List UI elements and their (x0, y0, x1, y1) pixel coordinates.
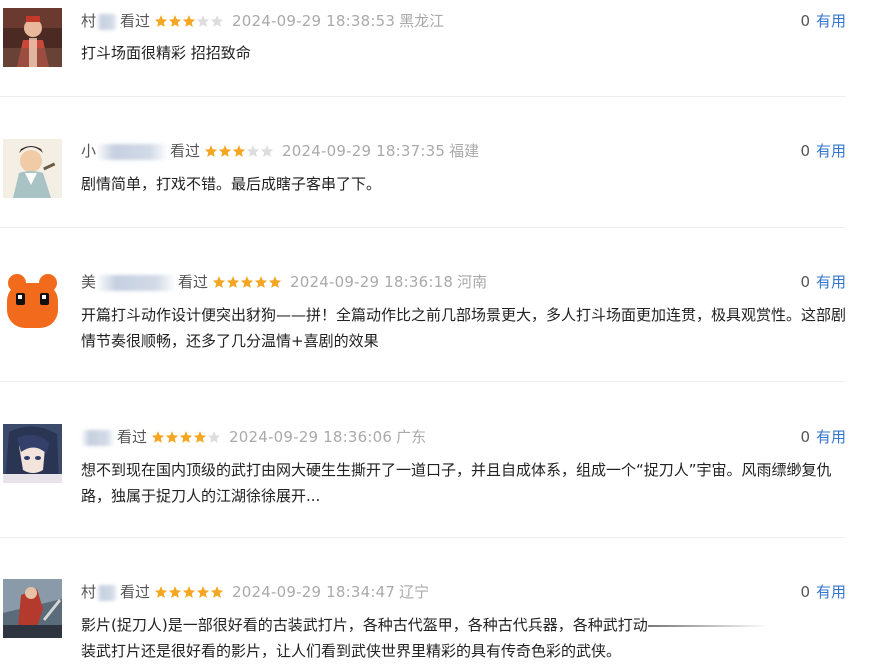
star-filled-icon (210, 585, 224, 599)
useful-count: 0 (800, 12, 810, 30)
star-empty-icon (260, 144, 274, 158)
useful-count: 0 (800, 273, 810, 291)
useful-count: 0 (800, 428, 810, 446)
star-filled-icon (182, 585, 196, 599)
review-location: 黑龙江 (399, 12, 445, 30)
avatar[interactable] (3, 579, 62, 638)
useful-button[interactable]: 0 有用 (800, 271, 846, 293)
star-filled-icon (154, 14, 168, 28)
divider (0, 537, 845, 538)
star-empty-icon (207, 430, 221, 444)
text-fade-line (647, 624, 768, 627)
review-time: 2024-09-29 18:36:06 (229, 428, 393, 446)
review-time: 2024-09-29 18:38:53 (232, 12, 396, 30)
star-filled-icon (218, 144, 232, 158)
useful-label[interactable]: 有用 (816, 142, 846, 160)
star-filled-icon (254, 275, 268, 289)
review-meta: 看过 2024-09-29 18:36:06 广东 (81, 426, 426, 448)
avatar[interactable] (3, 424, 62, 483)
orange-bear-avatar (3, 269, 62, 328)
warrior-poster-avatar (3, 579, 62, 638)
divider (0, 381, 845, 382)
username[interactable]: 村 (81, 10, 119, 32)
star-filled-icon (168, 585, 182, 599)
star-filled-icon (212, 275, 226, 289)
review-location: 河南 (457, 273, 488, 291)
star-filled-icon (165, 430, 179, 444)
review-location: 广东 (396, 428, 427, 446)
star-empty-icon (210, 14, 224, 28)
avatar[interactable] (3, 139, 62, 198)
watched-label: 看过 (120, 583, 151, 601)
star-filled-icon (168, 14, 182, 28)
review-content: 打斗场面很精彩 招招致命 (81, 44, 251, 62)
useful-label[interactable]: 有用 (816, 12, 846, 30)
useful-count: 0 (800, 583, 810, 601)
star-empty-icon (246, 144, 260, 158)
username[interactable]: 村 (81, 581, 119, 603)
username[interactable] (81, 426, 115, 448)
review-time: 2024-09-29 18:37:35 (282, 142, 446, 160)
star-filled-icon (179, 430, 193, 444)
rating-stars (154, 585, 224, 599)
rating-stars (204, 144, 274, 158)
rating-stars (212, 275, 282, 289)
star-filled-icon (154, 585, 168, 599)
star-filled-icon (268, 275, 282, 289)
divider (0, 227, 845, 228)
star-filled-icon (232, 144, 246, 158)
watched-label: 看过 (170, 142, 201, 160)
star-filled-icon (182, 14, 196, 28)
star-empty-icon (196, 14, 210, 28)
star-filled-icon (240, 275, 254, 289)
rating-stars (151, 430, 221, 444)
useful-label[interactable]: 有用 (816, 583, 846, 601)
useful-button[interactable]: 0 有用 (800, 10, 846, 32)
useful-button[interactable]: 0 有用 (800, 581, 846, 603)
star-filled-icon (151, 430, 165, 444)
person-in-costume-avatar (3, 8, 62, 67)
review-meta: 村 看过 2024-09-29 18:34:47 辽宁 (81, 581, 429, 603)
review-content: 剧情简单，打戏不错。最后成瞎子客串了下。 (81, 175, 382, 193)
useful-label[interactable]: 有用 (816, 273, 846, 291)
review-content: 影片(捉刀人)是一部很好看的古装武打片，各种古代盔甲，各种古代兵器，各种武打动 … (81, 612, 851, 664)
review-meta: 村 看过 2024-09-29 18:38:53 黑龙江 (81, 10, 444, 32)
review-meta: 小 看过 2024-09-29 18:37:35 福建 (81, 140, 479, 162)
review-content-line-2: 装武打片还是很好看的影片，让人们看到武侠世界里精彩的具有传奇色彩的武侠。 (81, 642, 622, 660)
avatar[interactable] (3, 8, 62, 67)
review-content: 想不到现在国内顶级的武打由网大硬生生撕开了一道口子，并且自成体系，组成一个“捉刀… (81, 461, 832, 505)
review-location: 福建 (449, 142, 480, 160)
watched-label: 看过 (120, 12, 151, 30)
review-location: 辽宁 (399, 583, 430, 601)
username[interactable]: 美 (81, 271, 177, 293)
useful-button[interactable]: 0 有用 (800, 140, 846, 162)
review-time: 2024-09-29 18:34:47 (232, 583, 396, 601)
review-time: 2024-09-29 18:36:18 (290, 273, 454, 291)
cartoon-scholar-avatar (3, 139, 62, 198)
anime-girl-avatar (3, 424, 62, 483)
watched-label: 看过 (117, 428, 148, 446)
star-filled-icon (196, 585, 210, 599)
rating-stars (154, 14, 224, 28)
star-filled-icon (204, 144, 218, 158)
star-filled-icon (226, 275, 240, 289)
username[interactable]: 小 (81, 140, 169, 162)
divider (0, 96, 845, 97)
useful-count: 0 (800, 142, 810, 160)
useful-label[interactable]: 有用 (816, 428, 846, 446)
useful-button[interactable]: 0 有用 (800, 426, 846, 448)
watched-label: 看过 (178, 273, 209, 291)
avatar[interactable] (3, 269, 62, 328)
review-content-line-1: 影片(捉刀人)是一部很好看的古装武打片，各种古代盔甲，各种古代兵器，各种武打动 (81, 616, 648, 634)
star-filled-icon (193, 430, 207, 444)
review-meta: 美 看过 2024-09-29 18:36:18 河南 (81, 271, 487, 293)
review-content: 开篇打斗动作设计便突出豺狗——拼！全篇动作比之前几部场景更大，多人打斗场面更加连… (81, 306, 847, 350)
